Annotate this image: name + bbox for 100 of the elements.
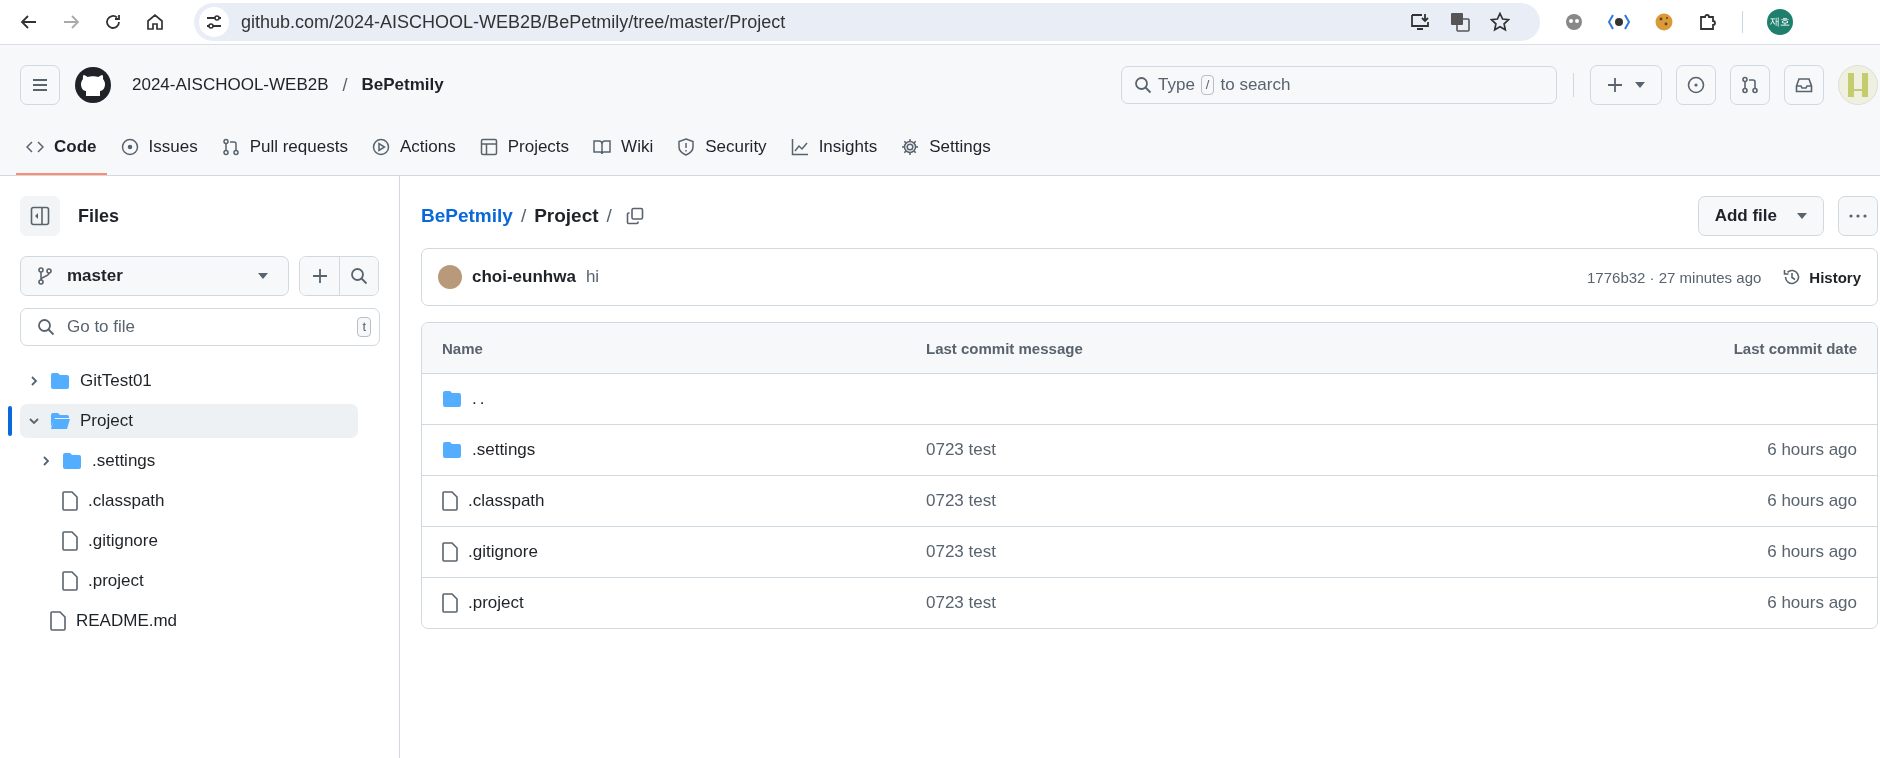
open-folder-icon [50, 412, 70, 430]
home-icon[interactable] [146, 13, 164, 31]
nav-tab[interactable]: Projects [469, 125, 580, 175]
commit-date: 6 hours ago [1767, 542, 1857, 561]
tree-item[interactable]: GitTest01 [20, 364, 358, 398]
extension-icon[interactable] [1608, 12, 1630, 32]
sidebar-icon [30, 206, 50, 226]
user-avatar[interactable] [438, 265, 462, 289]
owner-link[interactable]: 2024-AISCHOOL-WEB2B [132, 75, 329, 95]
create-new-button[interactable] [1590, 65, 1662, 105]
commit-message-link[interactable]: 0723 test [926, 440, 996, 459]
branch-icon [37, 267, 53, 285]
commit-hash-time[interactable]: 1776b32 · 27 minutes ago [1587, 268, 1762, 286]
shortcut-key: / [1200, 75, 1215, 95]
translate-icon[interactable] [1450, 12, 1470, 32]
shortcut-key: t [357, 317, 371, 337]
chevron-down-icon[interactable] [28, 415, 40, 427]
column-header: Last commit message [926, 339, 1084, 357]
commit-message-link[interactable]: 0723 test [926, 542, 996, 561]
folder-icon [442, 441, 462, 459]
shield-icon [677, 138, 696, 156]
nav-tab[interactable]: Security [667, 125, 777, 175]
inbox-button[interactable] [1784, 65, 1824, 105]
current-folder: Project [534, 205, 599, 227]
file-name-link[interactable]: .gitignore [468, 542, 538, 562]
file-name-link[interactable]: .project [468, 593, 524, 613]
file-name-link[interactable]: .. [472, 389, 488, 409]
back-icon[interactable] [20, 13, 38, 31]
repo-link[interactable]: BePetmily [421, 205, 513, 227]
file-icon [442, 542, 458, 562]
add-file-button[interactable] [300, 257, 340, 295]
commit-message[interactable]: hi [585, 267, 600, 287]
search-placeholder: Type [1158, 75, 1195, 95]
nav-tab[interactable]: Issues [110, 125, 208, 175]
caret-icon [1635, 82, 1645, 88]
commit-author[interactable]: choi-eunhwa [472, 267, 576, 287]
nav-tab[interactable]: Insights [780, 125, 888, 175]
search-field[interactable]: Type / to search [1121, 66, 1557, 104]
copy-icon[interactable] [625, 207, 644, 225]
column-header: Last commit date [1732, 339, 1857, 357]
search-button[interactable] [339, 257, 378, 295]
selection-indicator [8, 406, 12, 436]
site-settings-icon[interactable] [199, 7, 229, 37]
menu-button[interactable] [20, 65, 60, 105]
branch-selector[interactable]: master [20, 256, 290, 296]
circle-dot-icon [1687, 76, 1705, 94]
puzzle-icon[interactable] [1698, 12, 1718, 32]
file-name-link[interactable]: .settings [472, 440, 536, 460]
table-icon [479, 138, 498, 156]
install-app-icon[interactable] [1410, 12, 1430, 32]
add-file-dropdown[interactable]: Add file [1697, 196, 1824, 236]
settings-icon [901, 138, 920, 156]
nav-tab[interactable]: Wiki [583, 125, 664, 175]
folder-icon [62, 452, 82, 470]
search-placeholder: to search [1220, 75, 1291, 95]
commit-date: 6 hours ago [1767, 593, 1857, 612]
issues-button[interactable] [1676, 65, 1716, 105]
folder-icon [442, 390, 462, 408]
pull-requests-button[interactable] [1730, 65, 1770, 105]
search-icon [1134, 76, 1152, 94]
file-icon [62, 531, 78, 551]
octocat-logo[interactable] [74, 66, 112, 104]
history-icon [1783, 268, 1802, 286]
reload-icon[interactable] [104, 13, 122, 31]
file-icon [442, 593, 458, 613]
files-heading: Files [78, 205, 120, 227]
go-to-file-input[interactable]: Go to file [65, 316, 348, 338]
plus-icon [1607, 77, 1623, 93]
history-link[interactable]: History [1783, 268, 1861, 286]
chevron-right-icon[interactable] [40, 455, 52, 467]
tree-item[interactable]: .project [20, 564, 358, 598]
tree-item[interactable]: .classpath [20, 484, 358, 518]
book-icon [593, 138, 612, 156]
chevron-right-icon[interactable] [28, 375, 40, 387]
caret-icon [1797, 213, 1807, 219]
commit-message-link[interactable]: 0723 test [926, 491, 996, 510]
go-to-file-field[interactable]: Go to file t [20, 308, 380, 346]
file-icon [442, 491, 458, 511]
nav-tab[interactable]: Pull requests [211, 125, 358, 175]
file-icon [62, 491, 78, 511]
commit-date: 6 hours ago [1767, 491, 1857, 510]
file-name-link[interactable]: .classpath [468, 491, 545, 511]
folder-icon [50, 372, 70, 390]
circle-dot-icon [120, 138, 139, 156]
address-bar[interactable]: github.com/2024-AISCHOOL-WEB2B/BePetmily/tree/master/Project [194, 3, 1540, 41]
path-separator: / [520, 205, 527, 227]
nav-tab[interactable]: Actions [361, 125, 466, 175]
commit-message-link[interactable]: 0723 test [926, 593, 996, 612]
commit-date: 6 hours ago [1767, 440, 1857, 459]
star-icon[interactable] [1490, 12, 1510, 32]
repo-link[interactable]: BePetmily [361, 75, 444, 95]
tree-item[interactable]: README.md [20, 604, 358, 638]
tree-item[interactable]: .settings [20, 444, 358, 478]
file-icon [50, 611, 66, 631]
nav-tab[interactable]: Settings [891, 125, 1001, 175]
collapse-sidebar-button[interactable] [20, 196, 60, 236]
nav-tab[interactable]: Code [16, 125, 107, 175]
tree-item[interactable]: .gitignore [20, 524, 358, 558]
profile-avatar[interactable]: 재호 [1767, 9, 1793, 35]
cookie-icon[interactable] [1654, 12, 1674, 32]
